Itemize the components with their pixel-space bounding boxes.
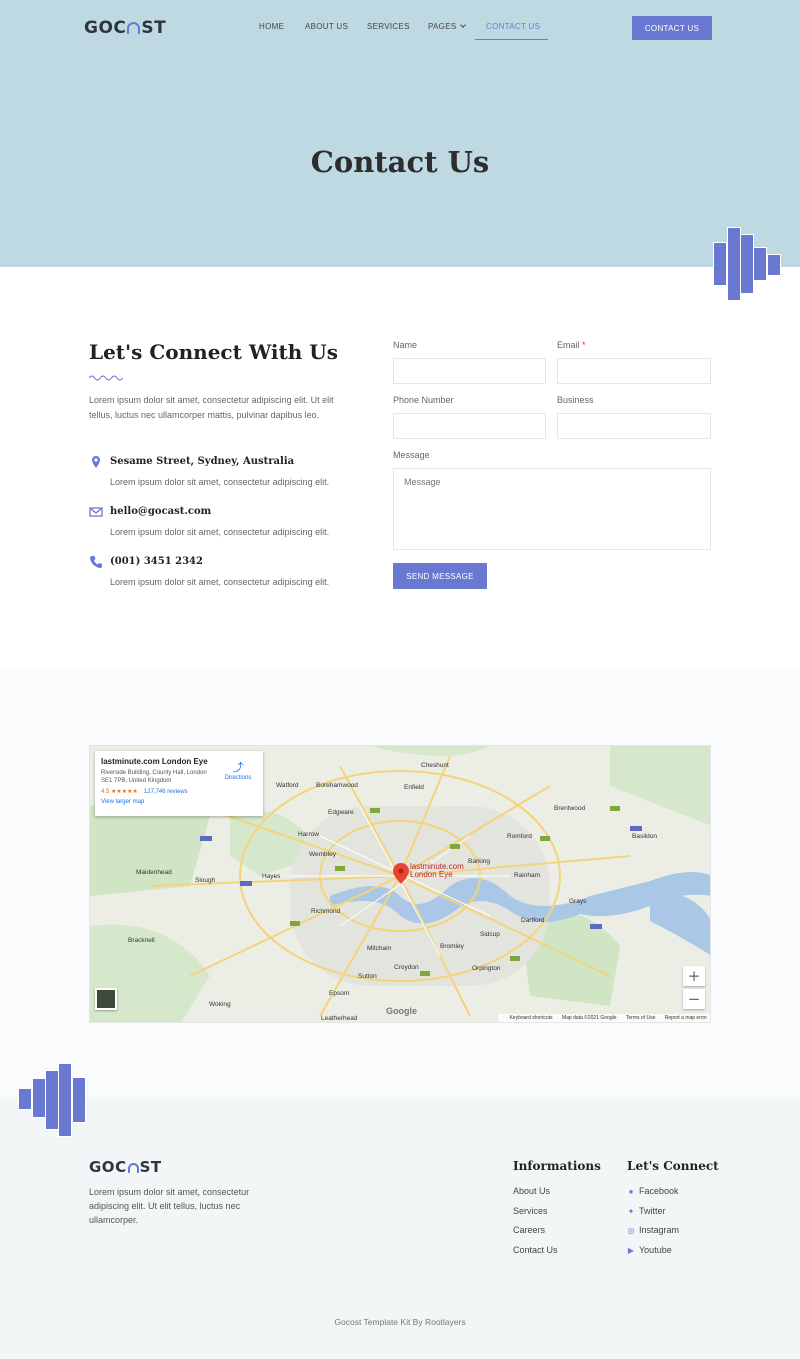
- map-place-card: lastminute.com London Eye Riverside Buil…: [95, 751, 263, 816]
- social-facebook[interactable]: ● Facebook: [627, 1186, 679, 1196]
- rating-stars-icon: ★★★★★: [111, 789, 138, 795]
- twitter-icon: ✦: [627, 1207, 635, 1216]
- pin-label: lastminute.com London Eye: [410, 862, 464, 879]
- email-heading[interactable]: hello@gocast.com: [110, 506, 211, 517]
- report-error-link[interactable]: Report a map error: [665, 1015, 707, 1021]
- phone-text: Lorem ipsum dolor sit amet, consectetur …: [110, 577, 330, 587]
- business-label: Business: [557, 395, 594, 405]
- footer-link-contact-us[interactable]: Contact Us: [513, 1245, 558, 1255]
- nav-about-us[interactable]: ABOUT US: [305, 22, 348, 31]
- youtube-icon: ▶: [627, 1246, 635, 1255]
- email-text: Lorem ipsum dolor sit amet, consectetur …: [110, 527, 330, 537]
- map-data-text: Map data ©2021 Google: [561, 1015, 617, 1021]
- email-label: Email *: [557, 340, 586, 350]
- facebook-icon: ●: [628, 1187, 634, 1196]
- zoom-in-button[interactable]: +: [683, 966, 705, 986]
- logo-arch-icon: [127, 1163, 139, 1173]
- map-layers-toggle[interactable]: [95, 988, 117, 1010]
- keyboard-shortcuts-link[interactable]: Keyboard shortcuts: [509, 1015, 552, 1021]
- place-address: Riverside Building, County Hall, London …: [101, 770, 207, 784]
- decorative-bars-left: [18, 1063, 88, 1137]
- social-instagram[interactable]: ◎ Instagram: [627, 1225, 680, 1235]
- address-heading: Sesame Street, Sydney, Australia: [110, 456, 295, 467]
- phone-heading[interactable]: (001) 3451 2342: [110, 556, 203, 567]
- directions-button[interactable]: ⤴ Directions: [221, 759, 255, 781]
- lets-connect-heading: Let's Connect: [627, 1159, 719, 1173]
- address-text: Lorem ipsum dolor sit amet, consectetur …: [110, 477, 330, 487]
- connect-heading: Let's Connect With Us: [89, 340, 338, 364]
- decorative-bars-right: [713, 227, 783, 301]
- header-contact-button[interactable]: CONTACT US: [632, 16, 712, 40]
- wave-divider-icon: [89, 375, 123, 381]
- social-youtube[interactable]: ▶ Youtube: [627, 1245, 672, 1255]
- chevron-down-icon: [460, 22, 467, 28]
- reviews-link[interactable]: 127,746 reviews: [144, 789, 188, 795]
- footer-link-about-us[interactable]: About Us: [513, 1186, 550, 1196]
- google-map[interactable]: Watford Borehamwood Enfield Cheshunt Har…: [89, 745, 711, 1023]
- page-title: Contact Us: [310, 145, 490, 179]
- connect-intro: Lorem ipsum dolor sit amet, consectetur …: [89, 395, 334, 420]
- logo-arch-icon: [127, 22, 141, 34]
- name-label: Name: [393, 340, 418, 350]
- nav-contact-us[interactable]: CONTACT US: [486, 22, 540, 31]
- footer-link-careers[interactable]: Careers: [513, 1225, 545, 1235]
- view-larger-map-link[interactable]: View larger map: [101, 799, 257, 805]
- phone-label: Phone Number: [393, 395, 454, 405]
- instagram-icon: ◎: [627, 1226, 635, 1235]
- business-field[interactable]: [557, 413, 711, 439]
- footer-logo[interactable]: GOC ST: [89, 1158, 162, 1176]
- nav-pages[interactable]: PAGES: [428, 22, 467, 31]
- place-rating: 4.5 ★★★★★ 127,746 reviews: [101, 789, 188, 795]
- nav-home[interactable]: HOME: [259, 22, 284, 31]
- email-field[interactable]: [557, 358, 711, 384]
- envelope-icon: [89, 507, 103, 517]
- informations-heading: Informations: [513, 1159, 601, 1173]
- phone-icon: [90, 556, 102, 568]
- map-attribution: Keyboard shortcuts Map data ©2021 Google…: [498, 1014, 710, 1022]
- footer-link-services[interactable]: Services: [513, 1206, 548, 1216]
- message-field[interactable]: [393, 468, 711, 550]
- directions-icon: ⤴: [232, 762, 244, 774]
- site-logo[interactable]: GOC ST: [84, 18, 166, 38]
- message-label: Message: [393, 450, 430, 460]
- zoom-out-button[interactable]: −: [683, 989, 705, 1009]
- active-nav-underline: [475, 39, 548, 40]
- map-pin-icon: [92, 456, 100, 468]
- name-field[interactable]: [393, 358, 546, 384]
- phone-field[interactable]: [393, 413, 546, 439]
- hero-banner: [0, 0, 800, 267]
- terms-of-use-link[interactable]: Terms of Use: [626, 1015, 655, 1021]
- google-logo: Google: [386, 1006, 417, 1016]
- copyright-text: Gocost Template Kit By Rootlayers: [334, 1317, 466, 1327]
- social-twitter[interactable]: ✦ Twitter: [627, 1206, 666, 1216]
- footer-description: Lorem ipsum dolor sit amet, consectetur …: [89, 1187, 250, 1225]
- send-message-button[interactable]: SEND MESSAGE: [393, 563, 487, 589]
- nav-services[interactable]: SERVICES: [367, 22, 410, 31]
